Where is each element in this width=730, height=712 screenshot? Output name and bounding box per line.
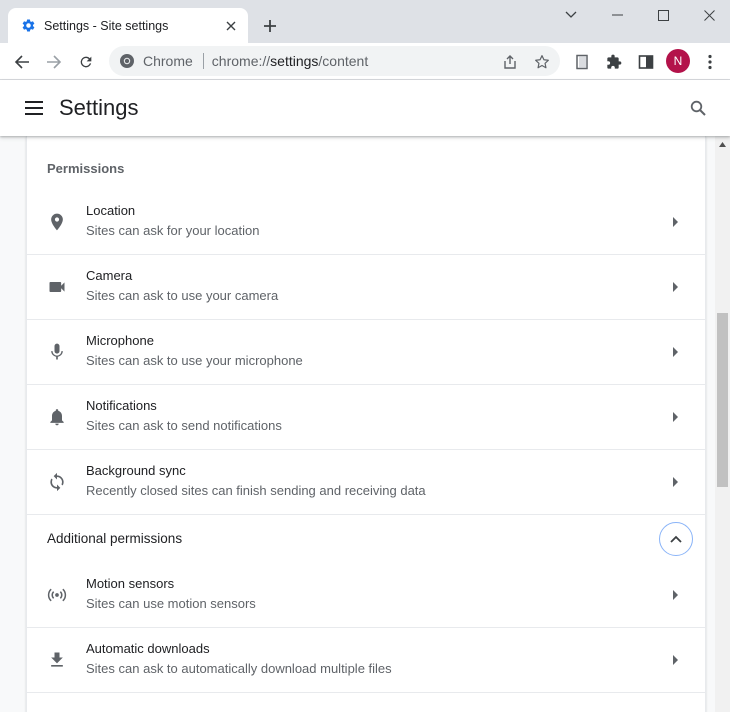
profile-avatar[interactable]: N (666, 49, 690, 73)
download-icon (45, 648, 69, 672)
close-icon[interactable] (222, 17, 240, 35)
browser-toolbar: Chrome chrome://settings/content N (0, 43, 730, 80)
arrow-right-icon (667, 473, 685, 491)
omnibox[interactable]: Chrome chrome://settings/content (109, 46, 560, 76)
reading-mode-button[interactable] (568, 48, 596, 76)
sync-icon (45, 470, 69, 494)
bookmark-star-icon[interactable] (532, 52, 552, 72)
row-subtitle: Recently closed sites can finish sending… (86, 483, 426, 498)
row-title: Background sync (86, 463, 186, 478)
arrow-right-icon (667, 213, 685, 231)
permission-row-location[interactable]: Location Sites can ask for your location (27, 190, 705, 255)
row-title: Location (86, 203, 136, 218)
gear-icon (20, 18, 36, 34)
maximize-icon (657, 9, 669, 21)
permission-row-notifications[interactable]: Notifications Sites can ask to send noti… (27, 385, 705, 450)
url-scheme: chrome:// (211, 53, 271, 69)
bell-icon (45, 405, 69, 429)
minimize-icon (611, 14, 623, 16)
plus-icon (264, 20, 276, 32)
chevron-up-icon (670, 535, 682, 543)
scroll-up-arrow-icon[interactable] (715, 136, 730, 153)
tab-strip: Settings - Site settings (0, 0, 730, 43)
tab-settings[interactable]: Settings - Site settings (8, 8, 248, 43)
document-icon (576, 54, 588, 70)
collapse-additional-button[interactable] (659, 522, 693, 556)
permission-row-automatic-downloads[interactable]: Automatic downloads Sites can ask to aut… (27, 628, 705, 693)
row-subtitle: Sites can ask to automatically download … (86, 661, 392, 676)
window-close-button[interactable] (686, 0, 730, 30)
reload-button[interactable] (72, 48, 100, 76)
side-panel-button[interactable] (632, 48, 660, 76)
camera-icon (45, 275, 69, 299)
chevron-down-icon (565, 11, 577, 18)
forward-arrow-icon (47, 55, 62, 69)
omnibox-divider (202, 53, 204, 69)
chrome-logo-icon[interactable] (118, 52, 136, 70)
reload-icon (80, 56, 92, 68)
main-menu-button[interactable] (22, 96, 46, 120)
settings-page: Permissions Location Sites can ask for y… (0, 136, 730, 712)
permission-row-motion-sensors[interactable]: Motion sensors Sites can use motion sens… (27, 563, 705, 628)
back-arrow-icon (14, 55, 29, 69)
settings-header: Settings (0, 80, 730, 136)
row-subtitle: Sites can ask to send notifications (86, 418, 282, 433)
row-title: Motion sensors (86, 576, 175, 591)
row-subtitle: Sites can ask to use your camera (86, 288, 279, 303)
search-settings-button[interactable] (686, 96, 710, 120)
arrow-right-icon (667, 586, 685, 604)
minimize-button[interactable] (594, 0, 640, 30)
row-title: Automatic downloads (86, 641, 210, 656)
hamburger-icon (25, 101, 43, 115)
microphone-icon (45, 340, 69, 364)
arrow-right-icon (667, 343, 685, 361)
row-title: Camera (86, 268, 133, 283)
close-icon (703, 9, 715, 21)
arrow-right-icon (667, 651, 685, 669)
site-chip-label: Chrome (143, 53, 193, 69)
row-title: Notifications (86, 398, 157, 413)
search-icon (690, 100, 706, 116)
location-pin-icon (45, 210, 69, 234)
back-button[interactable] (8, 48, 36, 76)
puzzle-icon (607, 54, 622, 69)
forward-button[interactable] (40, 48, 68, 76)
motion-sensor-icon (45, 583, 69, 607)
row-subtitle: Sites can use motion sensors (86, 596, 256, 611)
tab-search-button[interactable] (548, 0, 594, 30)
arrow-right-icon (667, 278, 685, 296)
side-panel-icon (638, 55, 654, 69)
url-path: /content (318, 53, 369, 69)
new-tab-button[interactable] (258, 14, 282, 38)
permissions-heading: Permissions (47, 161, 125, 176)
scroll-thumb[interactable] (717, 313, 728, 487)
url-host: settings (270, 53, 319, 69)
permission-row-background-sync[interactable]: Background sync Recently closed sites ca… (27, 450, 705, 515)
page-title: Settings (59, 95, 139, 120)
row-title: Microphone (86, 333, 154, 348)
share-icon[interactable] (500, 52, 520, 72)
row-subtitle: Sites can ask for your location (86, 223, 260, 238)
tab-title: Settings - Site settings (44, 18, 169, 33)
additional-permissions-heading: Additional permissions (47, 531, 183, 546)
arrow-right-icon (667, 408, 685, 426)
permission-row-microphone[interactable]: Microphone Sites can ask to use your mic… (27, 320, 705, 385)
extensions-button[interactable] (600, 48, 628, 76)
more-vertical-icon (708, 54, 712, 70)
row-subtitle: Sites can ask to use your microphone (86, 353, 303, 368)
browser-menu-button[interactable] (696, 48, 724, 76)
maximize-button[interactable] (640, 0, 686, 30)
permission-row-camera[interactable]: Camera Sites can ask to use your camera (27, 255, 705, 320)
site-settings-card: Permissions Location Sites can ask for y… (26, 136, 706, 712)
url-text: chrome://settings/content (212, 53, 368, 69)
page-scrollbar[interactable] (715, 136, 730, 712)
